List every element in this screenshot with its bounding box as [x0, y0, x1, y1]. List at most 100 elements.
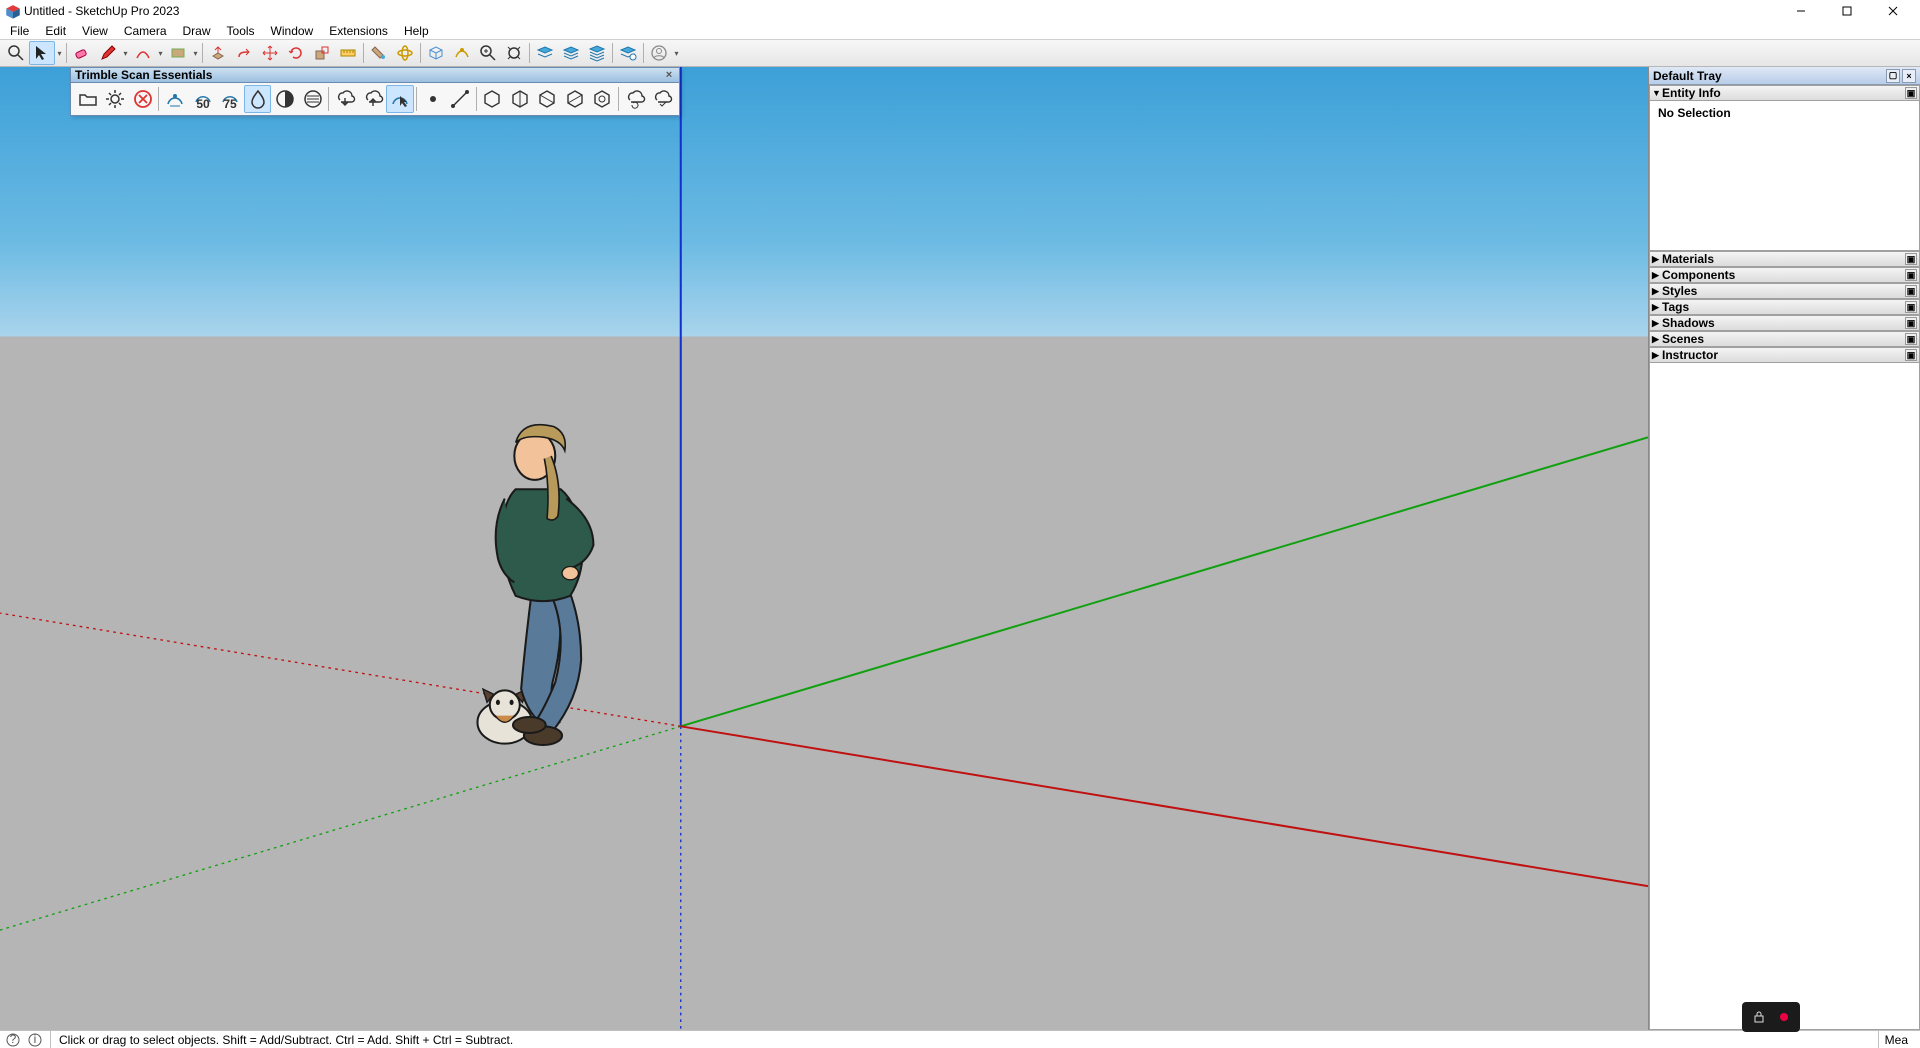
scale-icon[interactable]	[309, 41, 335, 65]
droplet-icon[interactable]	[244, 85, 271, 113]
pencil-dropdown-icon[interactable]: ▾	[121, 41, 130, 65]
minimize-button[interactable]	[1778, 0, 1824, 22]
chevron-right-icon: ▶	[1652, 254, 1662, 265]
panel-toggle-icon[interactable]: ▣	[1905, 333, 1917, 345]
panel-toggle-icon[interactable]: ▣	[1905, 285, 1917, 297]
close-button[interactable]	[1870, 0, 1916, 22]
tray-pin-icon[interactable]: ▢	[1886, 69, 1900, 83]
menu-draw[interactable]: Draw	[175, 24, 219, 38]
floating-close-icon[interactable]: ×	[663, 69, 675, 81]
followme-icon[interactable]	[231, 41, 257, 65]
panel-entity-info[interactable]: ▼ Entity Info ▣	[1649, 85, 1920, 101]
panel-toggle-icon[interactable]: ▣	[1905, 87, 1917, 99]
system-tray-overlay[interactable]	[1742, 1002, 1800, 1032]
panel-components[interactable]: ▶Components▣	[1649, 267, 1920, 283]
scan-75-icon[interactable]: 75	[216, 85, 243, 113]
hex-d-icon[interactable]	[561, 85, 588, 113]
scan-view-icon[interactable]	[161, 85, 188, 113]
separator	[158, 87, 159, 111]
folder-icon[interactable]	[74, 85, 101, 113]
magnify-icon[interactable]	[3, 41, 29, 65]
rotate-icon[interactable]	[283, 41, 309, 65]
arc-icon[interactable]	[130, 41, 156, 65]
separator	[202, 43, 203, 63]
scan-50-icon[interactable]: 50	[189, 85, 216, 113]
contrast-icon[interactable]	[271, 85, 298, 113]
panel-toggle-icon[interactable]: ▣	[1905, 301, 1917, 313]
menu-view[interactable]: View	[74, 24, 116, 38]
menu-camera[interactable]: Camera	[116, 24, 175, 38]
menu-file[interactable]: File	[2, 24, 37, 38]
eraser-icon[interactable]	[69, 41, 95, 65]
separator	[328, 87, 329, 111]
zoom-icon[interactable]	[475, 41, 501, 65]
panel-label: Entity Info	[1662, 86, 1721, 100]
floating-titlebar[interactable]: Trimble Scan Essentials ×	[71, 68, 679, 83]
move-icon[interactable]	[257, 41, 283, 65]
select-dropdown-icon[interactable]: ▾	[55, 41, 64, 65]
panel-toggle-icon[interactable]: ▣	[1905, 253, 1917, 265]
panel-styles[interactable]: ▶Styles▣	[1649, 283, 1920, 299]
panel-shadows[interactable]: ▶Shadows▣	[1649, 315, 1920, 331]
panel-toggle-icon[interactable]: ▣	[1905, 317, 1917, 329]
tray-header[interactable]: Default Tray ▢ ×	[1649, 67, 1920, 85]
gear-icon[interactable]	[101, 85, 128, 113]
panel-toggle-icon[interactable]: ▣	[1905, 349, 1917, 361]
panel-tags[interactable]: ▶Tags▣	[1649, 299, 1920, 315]
hex-e-icon[interactable]	[589, 85, 616, 113]
zoom-extents-icon[interactable]	[501, 41, 527, 65]
layers-d-icon[interactable]	[615, 41, 641, 65]
hex-c-icon[interactable]	[534, 85, 561, 113]
arc-dropdown-icon[interactable]: ▾	[156, 41, 165, 65]
info-icon[interactable]: i	[28, 1033, 42, 1047]
panel-label: Scenes	[1662, 332, 1704, 346]
cloud-refresh-icon[interactable]	[621, 85, 648, 113]
panel-label: Styles	[1662, 284, 1697, 298]
menu-window[interactable]: Window	[263, 24, 322, 38]
panel-label: Components	[1662, 268, 1735, 282]
layers-a-icon[interactable]	[532, 41, 558, 65]
menu-edit[interactable]: Edit	[37, 24, 74, 38]
menu-extensions[interactable]: Extensions	[321, 24, 396, 38]
entity-info-body: No Selection	[1649, 101, 1920, 251]
pushpull-icon[interactable]	[205, 41, 231, 65]
close-circle-icon[interactable]	[129, 85, 156, 113]
panel-materials[interactable]: ▶Materials▣	[1649, 251, 1920, 267]
cloud-up-icon[interactable]	[359, 85, 386, 113]
outliner-icon[interactable]	[449, 41, 475, 65]
rectangle-icon[interactable]	[165, 41, 191, 65]
point-icon[interactable]	[419, 85, 446, 113]
line-icon[interactable]	[446, 85, 473, 113]
panel-toggle-icon[interactable]: ▣	[1905, 269, 1917, 281]
select-tool-icon[interactable]	[29, 41, 55, 65]
separator	[643, 43, 644, 63]
viewport-3d[interactable]	[0, 67, 1648, 1030]
maximize-button[interactable]	[1824, 0, 1870, 22]
cloud-down-icon[interactable]	[331, 85, 358, 113]
panel-instructor[interactable]: ▶Instructor▣	[1649, 347, 1920, 363]
layers-b-icon[interactable]	[558, 41, 584, 65]
user-icon[interactable]	[646, 41, 672, 65]
panel-scenes[interactable]: ▶Scenes▣	[1649, 331, 1920, 347]
chevron-right-icon: ▶	[1652, 318, 1662, 329]
layers-c-icon[interactable]	[584, 41, 610, 65]
section-icon[interactable]	[423, 41, 449, 65]
scan-select-icon[interactable]	[386, 85, 413, 113]
hex-b-icon[interactable]	[506, 85, 533, 113]
menu-tools[interactable]: Tools	[219, 24, 263, 38]
tray-close-icon[interactable]: ×	[1902, 69, 1916, 83]
paint-icon[interactable]	[366, 41, 392, 65]
menu-help[interactable]: Help	[396, 24, 437, 38]
separator	[612, 43, 613, 63]
help-icon[interactable]: ?	[6, 1033, 20, 1047]
user-dropdown-icon[interactable]: ▾	[672, 41, 681, 65]
shade-icon[interactable]	[299, 85, 326, 113]
scan-essentials-toolbar[interactable]: Trimble Scan Essentials × 50 75	[70, 67, 680, 116]
rect-dropdown-icon[interactable]: ▾	[191, 41, 200, 65]
pencil-icon[interactable]	[95, 41, 121, 65]
tray-title: Default Tray	[1653, 69, 1722, 83]
cloud-sync-icon[interactable]	[649, 85, 676, 113]
orbit-icon[interactable]	[392, 41, 418, 65]
tape-icon[interactable]	[335, 41, 361, 65]
hex-a-icon[interactable]	[479, 85, 506, 113]
